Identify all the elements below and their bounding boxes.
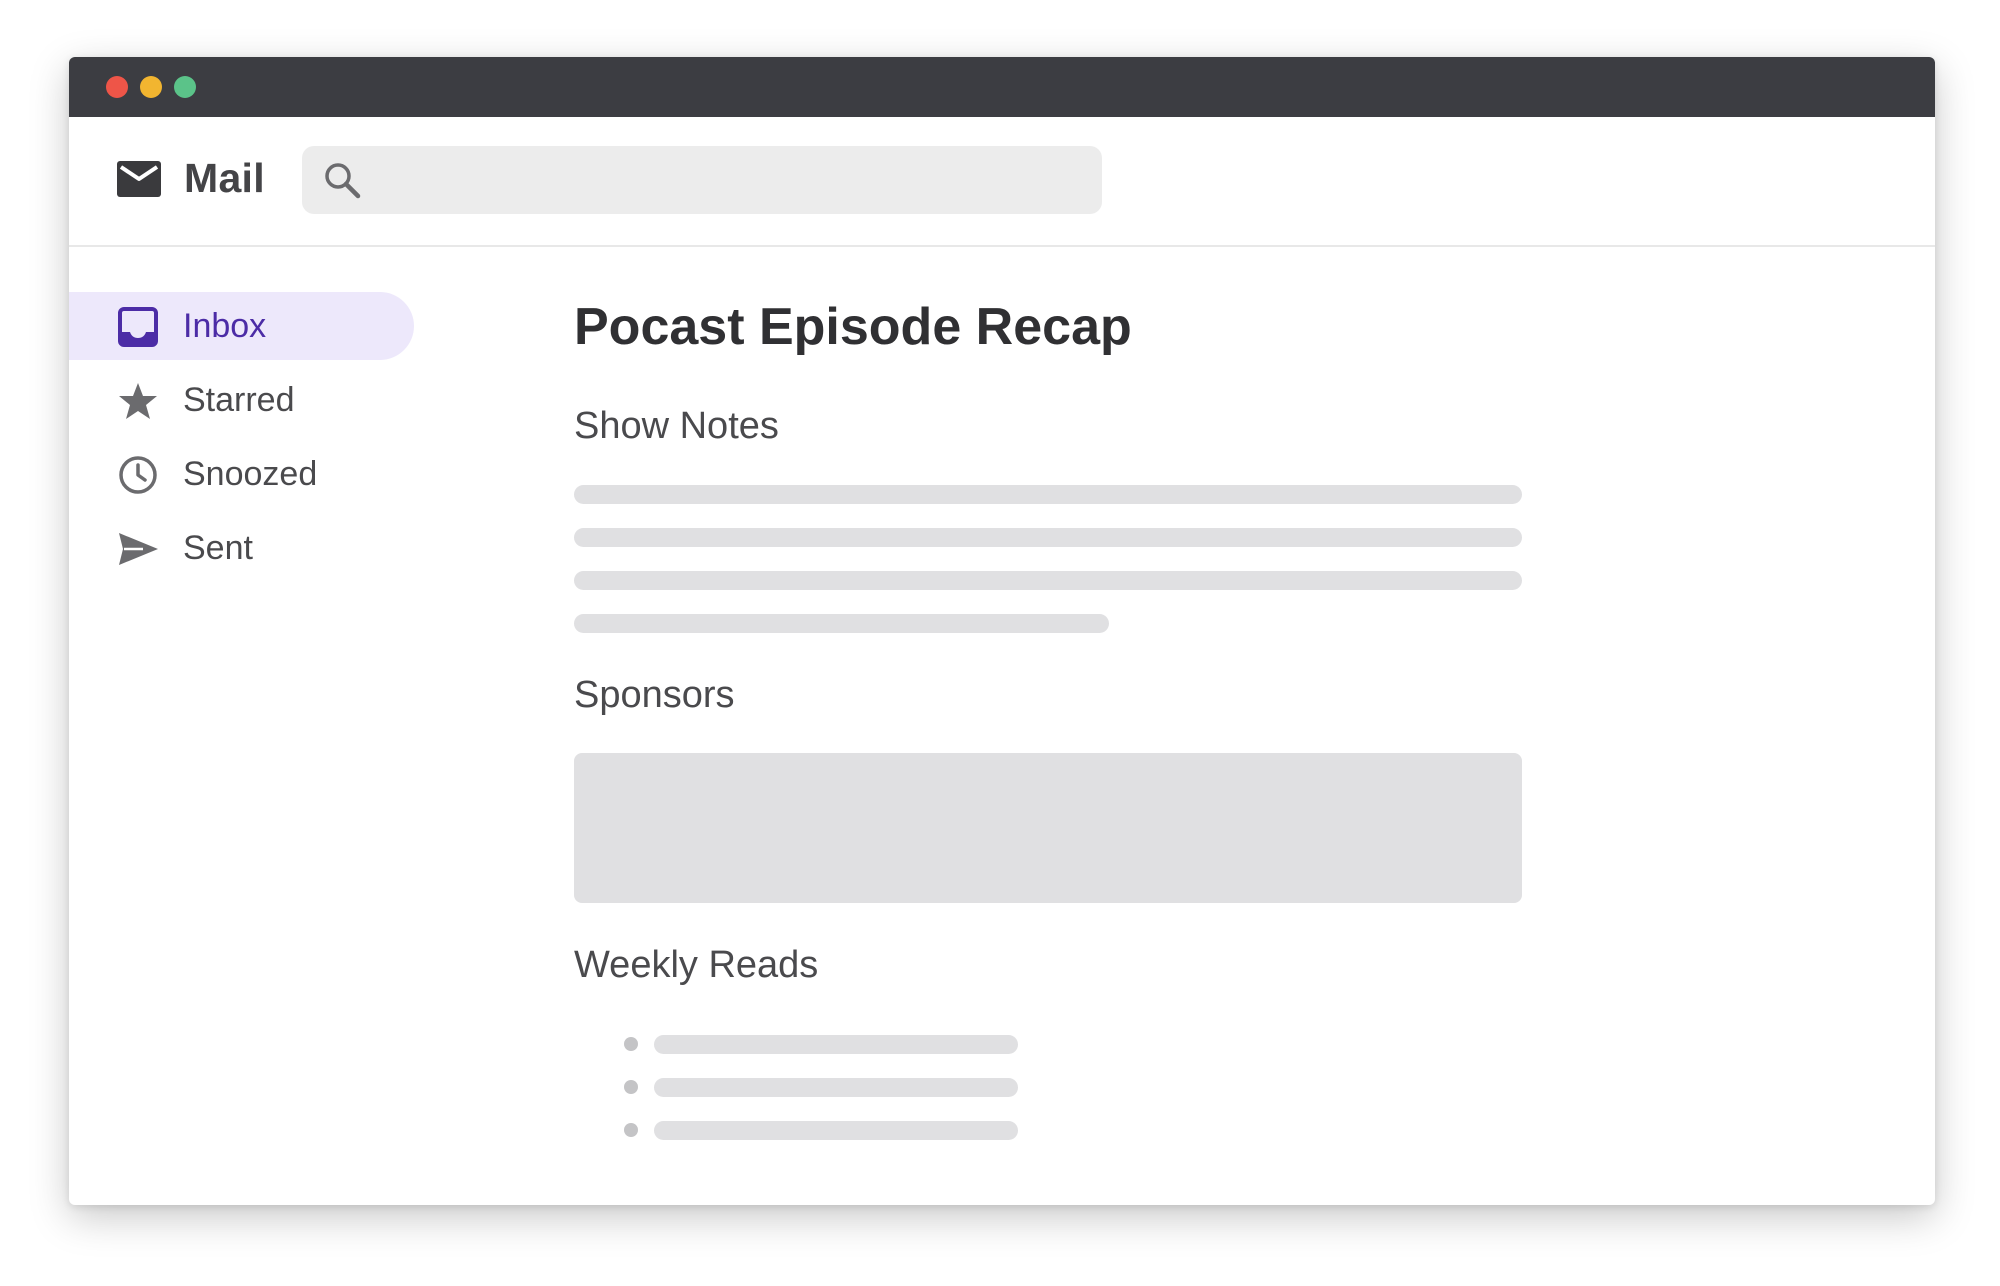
app-title: Mail: [184, 155, 265, 201]
list-item-placeholder: [654, 1078, 1018, 1097]
inbox-icon: [118, 307, 158, 347]
close-window-button[interactable]: [106, 76, 128, 98]
star-icon: [119, 383, 157, 419]
text-placeholder-line: [574, 485, 1522, 504]
text-placeholder-line: [574, 571, 1522, 590]
mail-window: Mail Inbox Starred Snoozed Sent Pocast E…: [69, 57, 1935, 1205]
sidebar-item-label: Starred: [183, 381, 295, 419]
sidebar-item-inbox[interactable]: Inbox: [69, 292, 414, 360]
zoom-window-button[interactable]: [174, 76, 196, 98]
sidebar-item-starred[interactable]: Starred: [69, 366, 414, 434]
sidebar-nav: Inbox Starred Snoozed Sent: [69, 292, 419, 588]
text-placeholder-line: [574, 528, 1522, 547]
search-input[interactable]: [382, 146, 1086, 216]
minimize-window-button[interactable]: [140, 76, 162, 98]
bullet-icon: [624, 1123, 638, 1137]
list-item-placeholder: [654, 1121, 1018, 1140]
bullet-icon: [624, 1080, 638, 1094]
sidebar-item-label: Sent: [183, 529, 253, 567]
message-subject: Pocast Episode Recap: [574, 298, 1132, 356]
envelope-icon: [117, 161, 161, 197]
sidebar-item-label: Inbox: [183, 307, 267, 345]
window-titlebar: [69, 57, 1935, 117]
send-icon: [119, 533, 158, 565]
app-header: Mail: [69, 117, 1935, 247]
list-item-placeholder: [654, 1035, 1018, 1054]
section-title-sponsors: Sponsors: [574, 674, 735, 716]
sidebar-item-label: Snoozed: [183, 455, 318, 493]
search-bar[interactable]: [302, 146, 1102, 216]
clock-icon: [119, 456, 157, 494]
sponsor-placeholder-block: [574, 753, 1522, 903]
sidebar-item-snoozed[interactable]: Snoozed: [69, 440, 414, 508]
sidebar-item-sent[interactable]: Sent: [69, 514, 414, 582]
bullet-icon: [624, 1037, 638, 1051]
text-placeholder-line: [574, 614, 1109, 633]
section-title-show-notes: Show Notes: [574, 405, 779, 447]
search-icon: [325, 163, 361, 199]
section-title-weekly-reads: Weekly Reads: [574, 944, 819, 986]
